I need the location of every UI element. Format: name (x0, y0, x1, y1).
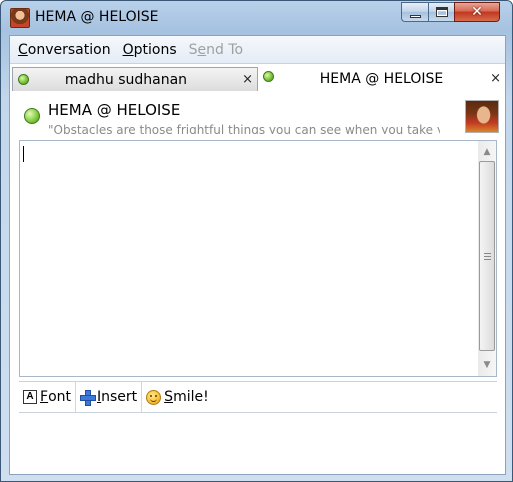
font-accel: F (40, 389, 49, 405)
plus-icon (80, 390, 96, 406)
message-input[interactable] (19, 414, 497, 468)
smile-accel: S (164, 389, 174, 405)
scroll-thumb[interactable] (479, 161, 495, 351)
vertical-scrollbar[interactable]: ▲ ▼ (478, 141, 496, 376)
contact-status-message: "Obstacles are those frightful things yo… (48, 123, 440, 134)
tab-close-icon[interactable]: × (490, 71, 501, 86)
menu-conversation[interactable]: Conversation (18, 42, 111, 58)
contact-header: HEMA @ HELOISE "Obstacles are those frig… (10, 92, 505, 138)
font-button[interactable]: A Font (19, 382, 76, 412)
menu-options[interactable]: Options (123, 42, 177, 58)
minimize-icon (409, 14, 421, 18)
text-caret (23, 146, 24, 162)
tab-strip: madhu sudhanan × HEMA @ HELOISE × (10, 65, 505, 91)
insert-label: nsert (101, 389, 138, 405)
insert-button[interactable]: Insert (76, 382, 143, 412)
online-status-icon (24, 108, 40, 124)
scroll-down-icon[interactable]: ▼ (478, 356, 496, 374)
font-label: ont (48, 389, 71, 405)
tab-label: madhu sudhanan (64, 72, 188, 88)
contact-name: HEMA @ HELOISE (48, 101, 181, 119)
font-icon: A (23, 390, 37, 404)
format-toolbar: A Font Insert Smile! (19, 381, 497, 413)
conversation-history[interactable]: ▲ ▼ (19, 140, 497, 377)
smiley-icon (146, 389, 162, 405)
grip-icon (483, 252, 491, 260)
window-title: HEMA @ HELOISE (35, 9, 159, 25)
contact-avatar-icon[interactable] (10, 8, 30, 28)
tab-madhu-sudhanan[interactable]: madhu sudhanan × (12, 67, 258, 91)
maximize-button[interactable] (428, 2, 454, 22)
tab-hema-heloise[interactable]: HEMA @ HELOISE × (258, 65, 505, 91)
online-status-icon (263, 71, 274, 82)
tab-close-icon[interactable]: × (242, 72, 253, 87)
caption-buttons: ✕ (401, 2, 500, 22)
maximize-icon (435, 7, 448, 17)
tab-label: HEMA @ HELOISE (319, 71, 444, 87)
client-area: Conversation Options Send To madhu sudha… (9, 35, 506, 475)
smile-button[interactable]: Smile! (142, 382, 213, 412)
menu-bar: Conversation Options Send To (10, 36, 505, 64)
avatar[interactable] (465, 100, 499, 133)
close-button[interactable]: ✕ (454, 2, 500, 22)
menu-send-to[interactable]: Send To (189, 42, 243, 58)
title-bar[interactable]: HEMA @ HELOISE ✕ (1, 1, 512, 35)
chat-window: HEMA @ HELOISE ✕ Conversation Options Se… (0, 0, 513, 482)
smile-label: mile! (173, 389, 209, 405)
minimize-button[interactable] (401, 2, 428, 22)
scroll-up-icon[interactable]: ▲ (478, 143, 496, 161)
close-icon: ✕ (471, 4, 483, 20)
